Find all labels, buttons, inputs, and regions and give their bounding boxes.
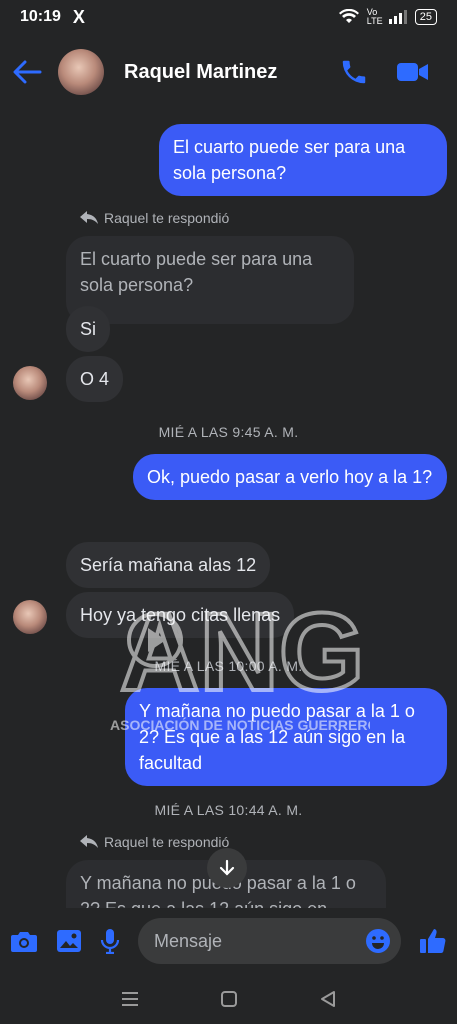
- phone-call-icon[interactable]: [339, 57, 369, 87]
- back-button[interactable]: [10, 55, 44, 89]
- message-input-placeholder: Mensaje: [154, 930, 223, 951]
- incoming-message[interactable]: O 4: [66, 356, 124, 402]
- contact-avatar-small[interactable]: [13, 600, 47, 634]
- contact-avatar[interactable]: [58, 49, 104, 95]
- recent-apps-icon[interactable]: [121, 991, 139, 1007]
- camera-icon[interactable]: [10, 929, 38, 953]
- like-icon[interactable]: [419, 927, 447, 955]
- system-navigation-bar: [0, 974, 457, 1024]
- battery-indicator: 25: [414, 9, 437, 25]
- microphone-icon[interactable]: [100, 928, 120, 954]
- incoming-message[interactable]: Sería mañana alas 12: [66, 542, 271, 588]
- message-input[interactable]: Mensaje: [138, 918, 401, 964]
- incoming-message[interactable]: Hoy ya tengo citas llenas: [66, 592, 295, 638]
- signal-icon: [388, 10, 407, 24]
- home-icon[interactable]: [220, 990, 238, 1008]
- timestamp: MIÉ A LAS 10:44 A. M.: [154, 802, 303, 818]
- incoming-message[interactable]: Si: [66, 306, 111, 352]
- reply-arrow-icon: [80, 211, 98, 224]
- back-nav-icon[interactable]: [319, 990, 337, 1008]
- quoted-message[interactable]: El cuarto puede ser para una sola person…: [66, 236, 354, 324]
- emoji-icon[interactable]: [365, 928, 391, 954]
- x-app-icon: X: [72, 6, 85, 27]
- wifi-icon: [338, 9, 359, 23]
- scroll-to-bottom-button[interactable]: [207, 848, 247, 888]
- message-thread[interactable]: El cuarto puede ser para una sola person…: [0, 110, 457, 908]
- video-call-icon[interactable]: [397, 59, 429, 85]
- timestamp: MIÉ A LAS 10:00 A. M.: [154, 658, 303, 674]
- status-bar: 10:19 X Vo LTE 25: [0, 0, 457, 34]
- outgoing-message[interactable]: Ok, puedo pasar a verlo hoy a la 1?: [133, 454, 447, 500]
- composer-bar: Mensaje: [0, 908, 457, 974]
- reply-label: Raquel te respondió: [104, 834, 230, 850]
- reply-indicator: Raquel te respondió: [80, 834, 229, 850]
- contact-name[interactable]: Raquel Martinez: [124, 61, 277, 84]
- timestamp: MIÉ A LAS 9:45 A. M.: [158, 424, 299, 440]
- arrow-down-icon: [219, 859, 235, 876]
- reply-indicator: Raquel te respondió: [80, 210, 229, 226]
- status-icons: Vo LTE 25: [338, 7, 437, 26]
- reply-label: Raquel te respondió: [104, 210, 230, 226]
- network-label: Vo LTE: [366, 7, 383, 26]
- reply-arrow-icon: [80, 835, 98, 848]
- arrow-left-icon: [13, 60, 42, 84]
- status-time: 10:19: [20, 8, 61, 25]
- gallery-icon[interactable]: [56, 929, 82, 953]
- contact-avatar-small[interactable]: [13, 366, 47, 400]
- outgoing-message[interactable]: El cuarto puede ser para una sola person…: [159, 124, 447, 196]
- outgoing-message[interactable]: Y mañana no puedo pasar a la 1 o 2? Es q…: [125, 688, 447, 786]
- chat-header: Raquel Martinez: [0, 34, 457, 110]
